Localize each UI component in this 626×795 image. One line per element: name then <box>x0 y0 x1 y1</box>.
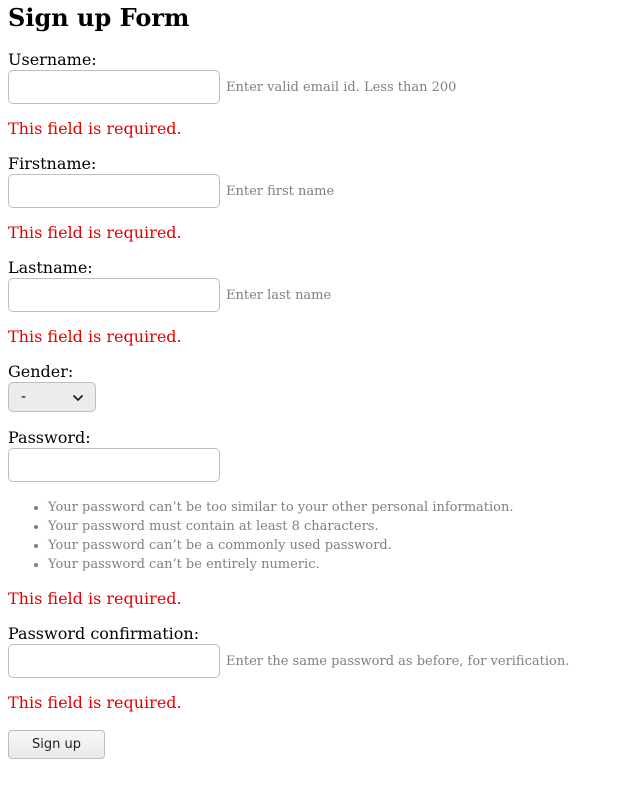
username-help: Enter valid email id. Less than 200 <box>226 79 457 95</box>
username-row: Enter valid email id. Less than 200 <box>8 70 456 104</box>
password-confirmation-help: Enter the same password as before, for v… <box>226 653 570 669</box>
password-confirmation-row: Enter the same password as before, for v… <box>8 644 569 678</box>
firstname-input[interactable] <box>8 174 220 208</box>
password-label: Password: <box>8 428 91 447</box>
password-rules-list: Your password can’t be too similar to yo… <box>8 498 608 574</box>
username-input[interactable] <box>8 70 220 104</box>
password-rule-item: Your password can’t be entirely numeric. <box>48 555 608 574</box>
password-rule-item: Your password can’t be too similar to yo… <box>48 498 608 517</box>
lastname-input[interactable] <box>8 278 220 312</box>
password-confirmation-input[interactable] <box>8 644 220 678</box>
lastname-row: Enter last name <box>8 278 331 312</box>
password-confirmation-label: Password confirmation: <box>8 624 200 643</box>
page-title: Sign up Form <box>8 3 190 32</box>
username-error: This field is required. <box>8 119 182 138</box>
firstname-label: Firstname: <box>8 154 97 173</box>
gender-select[interactable]: - <box>8 382 96 412</box>
firstname-help: Enter first name <box>226 183 335 199</box>
password-rules: Your password can’t be too similar to yo… <box>8 498 608 574</box>
password-error: This field is required. <box>8 589 182 608</box>
firstname-row: Enter first name <box>8 174 334 208</box>
password-rule-item: Your password must contain at least 8 ch… <box>48 517 608 536</box>
gender-selected-value: - <box>21 389 27 405</box>
gender-label: Gender: <box>8 362 74 381</box>
sign-up-button[interactable]: Sign up <box>8 730 105 759</box>
lastname-error: This field is required. <box>8 327 182 346</box>
password-rule-item: Your password can’t be a commonly used p… <box>48 536 608 555</box>
firstname-error: This field is required. <box>8 223 182 242</box>
password-row <box>8 448 220 482</box>
chevron-down-icon <box>73 395 83 401</box>
lastname-help: Enter last name <box>226 287 332 303</box>
password-input[interactable] <box>8 448 220 482</box>
username-label: Username: <box>8 50 97 69</box>
password-confirmation-error: This field is required. <box>8 693 182 712</box>
lastname-label: Lastname: <box>8 258 93 277</box>
